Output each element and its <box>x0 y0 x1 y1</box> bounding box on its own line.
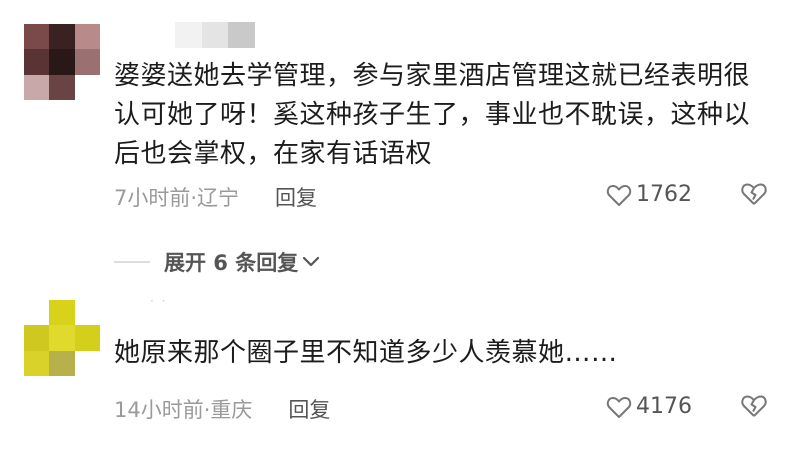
comment-meta: 14小时前·重庆 回复 <box>114 394 330 424</box>
heart-outline-icon <box>606 396 632 418</box>
comment-text: 她原来那个圈子里不知道多少人羡慕她…… <box>114 338 618 368</box>
comment-time-location: 7小时前·辽宁 <box>114 186 240 210</box>
dislike-button[interactable] <box>740 393 768 423</box>
divider-line <box>114 261 150 263</box>
like-count: 1762 <box>636 182 692 207</box>
comment-text: 婆婆送她去学管理，参与家里酒店管理这就已经表明很认可她了呀！奚这种孩子生了，事业… <box>114 61 751 169</box>
avatar[interactable] <box>24 24 100 100</box>
expand-replies-label: 展开 6 条回复 <box>164 251 299 275</box>
username-blurred[interactable] <box>175 22 256 48</box>
username-placeholder: · · <box>150 294 168 308</box>
dislike-button[interactable] <box>740 181 768 211</box>
comment-item: · · 她原来那个圈子里不知道多少人羡慕她…… 14小时前·重庆 回复 4176 <box>0 294 800 454</box>
like-button[interactable]: 1762 <box>606 182 692 207</box>
comment-item: 婆婆送她去学管理，参与家里酒店管理这就已经表明很认可她了呀！奚这种孩子生了，事业… <box>0 0 800 275</box>
comment-time-location: 14小时前·重庆 <box>114 398 253 422</box>
avatar[interactable] <box>24 300 100 376</box>
expand-replies-button[interactable]: 展开 6 条回复 <box>114 247 320 277</box>
heart-outline-icon <box>606 184 632 206</box>
broken-heart-icon <box>741 395 767 417</box>
reply-button[interactable]: 回复 <box>288 394 330 424</box>
like-button[interactable]: 4176 <box>606 394 692 419</box>
reply-button[interactable]: 回复 <box>275 182 317 212</box>
comment-meta: 7小时前·辽宁 回复 <box>114 182 317 212</box>
broken-heart-icon <box>741 183 767 205</box>
chevron-down-icon <box>303 256 320 267</box>
like-count: 4176 <box>636 394 692 419</box>
